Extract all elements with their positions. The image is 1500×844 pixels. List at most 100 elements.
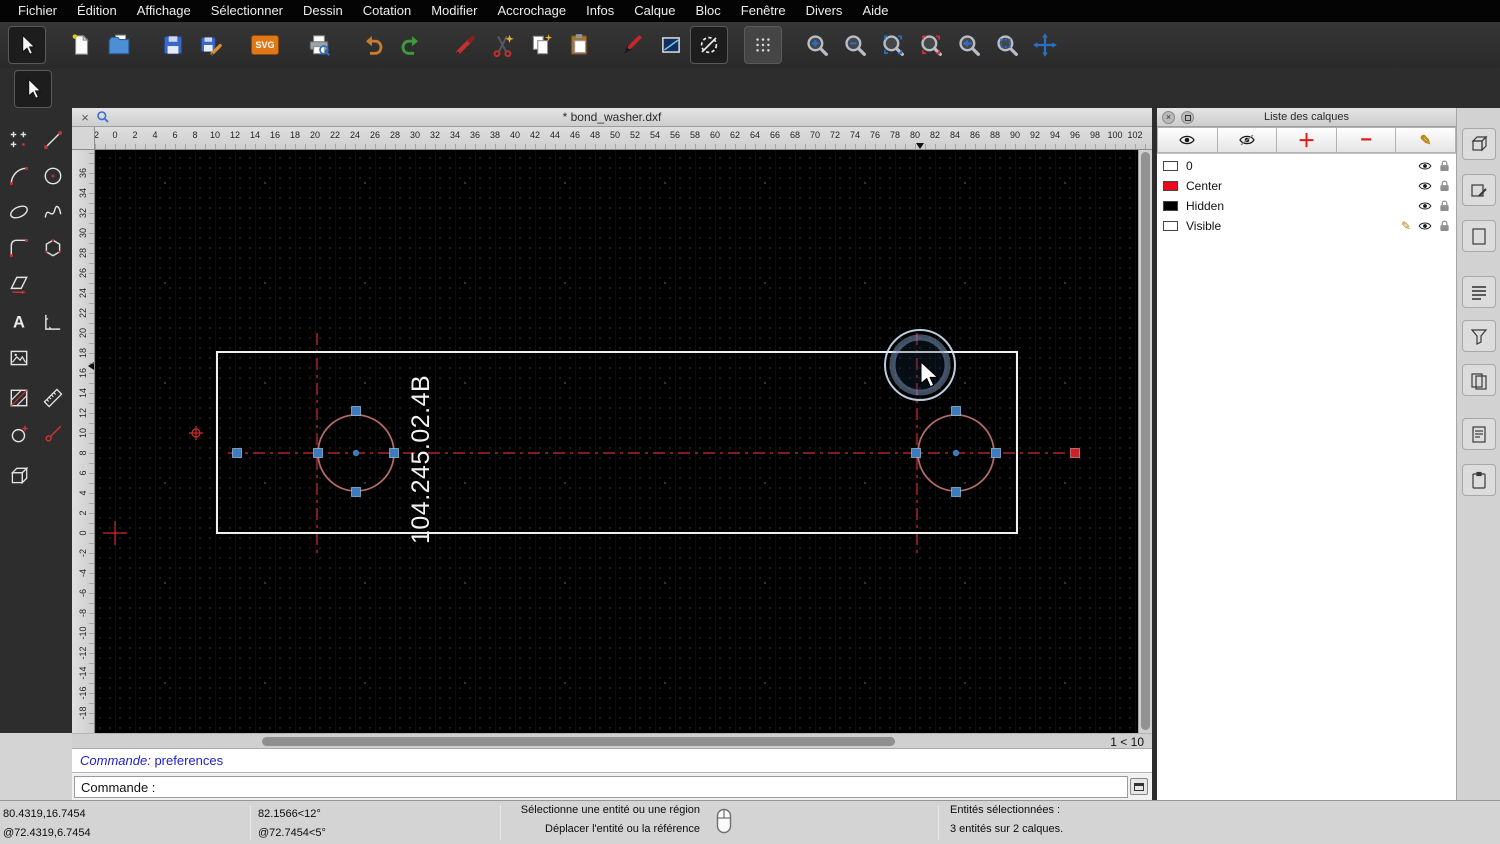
open-file-button[interactable] — [100, 26, 138, 64]
dock-filter-button[interactable] — [1462, 320, 1496, 352]
layer-row-visible[interactable]: Visible ✎ — [1157, 216, 1456, 236]
menu-dessin[interactable]: Dessin — [293, 0, 353, 22]
save-as-button[interactable] — [192, 26, 230, 64]
layer-swatch[interactable] — [1163, 181, 1178, 191]
tool-ellipse[interactable] — [3, 196, 35, 228]
copy-button[interactable] — [522, 26, 560, 64]
handle[interactable] — [951, 487, 961, 497]
document-title-bar[interactable]: × * bond_washer.dxf — [72, 108, 1152, 127]
layer-swatch[interactable] — [1163, 161, 1178, 171]
layer-visible-icon[interactable] — [1418, 221, 1432, 231]
layer-lock-icon[interactable] — [1439, 180, 1450, 192]
menu-edition[interactable]: Édition — [67, 0, 127, 22]
delete-entity-button[interactable] — [446, 26, 484, 64]
tool-snap[interactable] — [37, 418, 69, 450]
tool-polygon[interactable] — [37, 232, 69, 264]
tool-points[interactable] — [3, 124, 35, 156]
menu-selectionner[interactable]: Sélectionner — [201, 0, 293, 22]
handle[interactable] — [351, 487, 361, 497]
tool-text[interactable]: A — [3, 306, 35, 338]
handle[interactable] — [911, 448, 921, 458]
new-document-button[interactable] — [62, 26, 100, 64]
tool-hatch[interactable] — [3, 382, 35, 414]
layer-lock-icon[interactable] — [1439, 220, 1450, 232]
handle[interactable] — [951, 406, 961, 416]
hide-all-layers-button[interactable] — [1217, 127, 1278, 153]
show-all-layers-button[interactable] — [1157, 127, 1218, 153]
layer-visible-icon[interactable] — [1418, 181, 1432, 191]
horizontal-scrollbar[interactable] — [72, 734, 1106, 749]
layer-swatch[interactable] — [1163, 201, 1178, 211]
menu-cotation[interactable]: Cotation — [353, 0, 421, 22]
menu-fichier[interactable]: Fichier — [8, 0, 67, 22]
layer-swatch[interactable] — [1163, 221, 1178, 231]
command-console-button[interactable] — [1130, 778, 1148, 795]
zoom-pan-button[interactable] — [1026, 26, 1064, 64]
paste-button[interactable] — [560, 26, 598, 64]
edit-layer-button[interactable]: ✎ — [1396, 127, 1456, 153]
horizontal-scrollbar-thumb[interactable] — [262, 737, 895, 746]
zoom-auto-button[interactable] — [874, 26, 912, 64]
tool-polyline[interactable] — [3, 232, 35, 264]
menu-infos[interactable]: Infos — [576, 0, 624, 22]
tool-circle[interactable] — [37, 160, 69, 192]
menu-bloc[interactable]: Bloc — [685, 0, 730, 22]
tool-arc[interactable] — [3, 160, 35, 192]
handle[interactable] — [991, 448, 1001, 458]
menu-aide[interactable]: Aide — [852, 0, 898, 22]
dock-edit-block-button[interactable] — [1462, 174, 1496, 206]
dock-page-button[interactable] — [1462, 220, 1496, 252]
vertical-scrollbar-thumb[interactable] — [1141, 152, 1150, 730]
tool-measure[interactable] — [37, 382, 69, 414]
command-field[interactable]: Commande : — [74, 776, 1128, 798]
vertical-scrollbar[interactable] — [1138, 150, 1152, 733]
tool-line[interactable] — [37, 124, 69, 156]
layer-lock-icon[interactable] — [1439, 200, 1450, 212]
save-button[interactable] — [154, 26, 192, 64]
zoom-out-button[interactable] — [836, 26, 874, 64]
layer-visible-icon[interactable] — [1418, 161, 1432, 171]
zoom-previous-button[interactable] — [950, 26, 988, 64]
menu-accrochage[interactable]: Accrochage — [487, 0, 576, 22]
cut-button[interactable] — [484, 26, 522, 64]
pen-attributes-button[interactable] — [614, 26, 652, 64]
tool-dimension[interactable] — [37, 306, 69, 338]
tool-3d-box[interactable] — [3, 460, 35, 492]
print-preview-button[interactable] — [300, 26, 338, 64]
part-number-label[interactable]: 104.245.02.4B — [407, 375, 435, 544]
handle[interactable] — [313, 448, 323, 458]
draft-mode-button[interactable] — [690, 26, 728, 64]
current-tool-select-button[interactable] — [14, 70, 52, 108]
zoom-window-button[interactable] — [988, 26, 1026, 64]
tool-move[interactable] — [3, 268, 35, 300]
menu-fenetre[interactable]: Fenêtre — [731, 0, 796, 22]
dock-library-button[interactable] — [1462, 364, 1496, 396]
dock-list-button[interactable] — [1462, 276, 1496, 308]
layer-edit-pencil-icon[interactable]: ✎ — [1401, 219, 1411, 233]
export-svg-button[interactable]: SVG — [246, 26, 284, 64]
zoom-redraw-button[interactable] — [912, 26, 950, 64]
tool-image[interactable] — [3, 342, 35, 374]
grid-toggle-button[interactable] — [744, 26, 782, 64]
zoom-in-button[interactable] — [798, 26, 836, 64]
layer-row-hidden[interactable]: Hidden — [1157, 196, 1456, 216]
redo-button[interactable] — [392, 26, 430, 64]
layer-row-0[interactable]: 0 — [1157, 156, 1456, 176]
menu-calque[interactable]: Calque — [624, 0, 685, 22]
attributes-button[interactable] — [652, 26, 690, 64]
handle[interactable] — [351, 406, 361, 416]
dock-clipboard-button[interactable] — [1462, 464, 1496, 496]
menu-affichage[interactable]: Affichage — [127, 0, 201, 22]
handle-active[interactable] — [1070, 448, 1080, 458]
layer-visible-icon[interactable] — [1418, 201, 1432, 211]
center-point[interactable] — [352, 449, 360, 457]
dock-properties-button[interactable] — [1462, 418, 1496, 450]
drawing-canvas[interactable]: 104.245.02.4B — [95, 150, 1138, 733]
dock-block-list-button[interactable] — [1462, 128, 1496, 160]
center-point[interactable] — [952, 449, 960, 457]
layer-lock-icon[interactable] — [1439, 160, 1450, 172]
remove-layer-button[interactable]: − — [1336, 127, 1397, 153]
menu-divers[interactable]: Divers — [796, 0, 853, 22]
command-input[interactable] — [155, 778, 1127, 796]
layer-panel-header[interactable]: × Liste des calques — [1157, 108, 1456, 127]
